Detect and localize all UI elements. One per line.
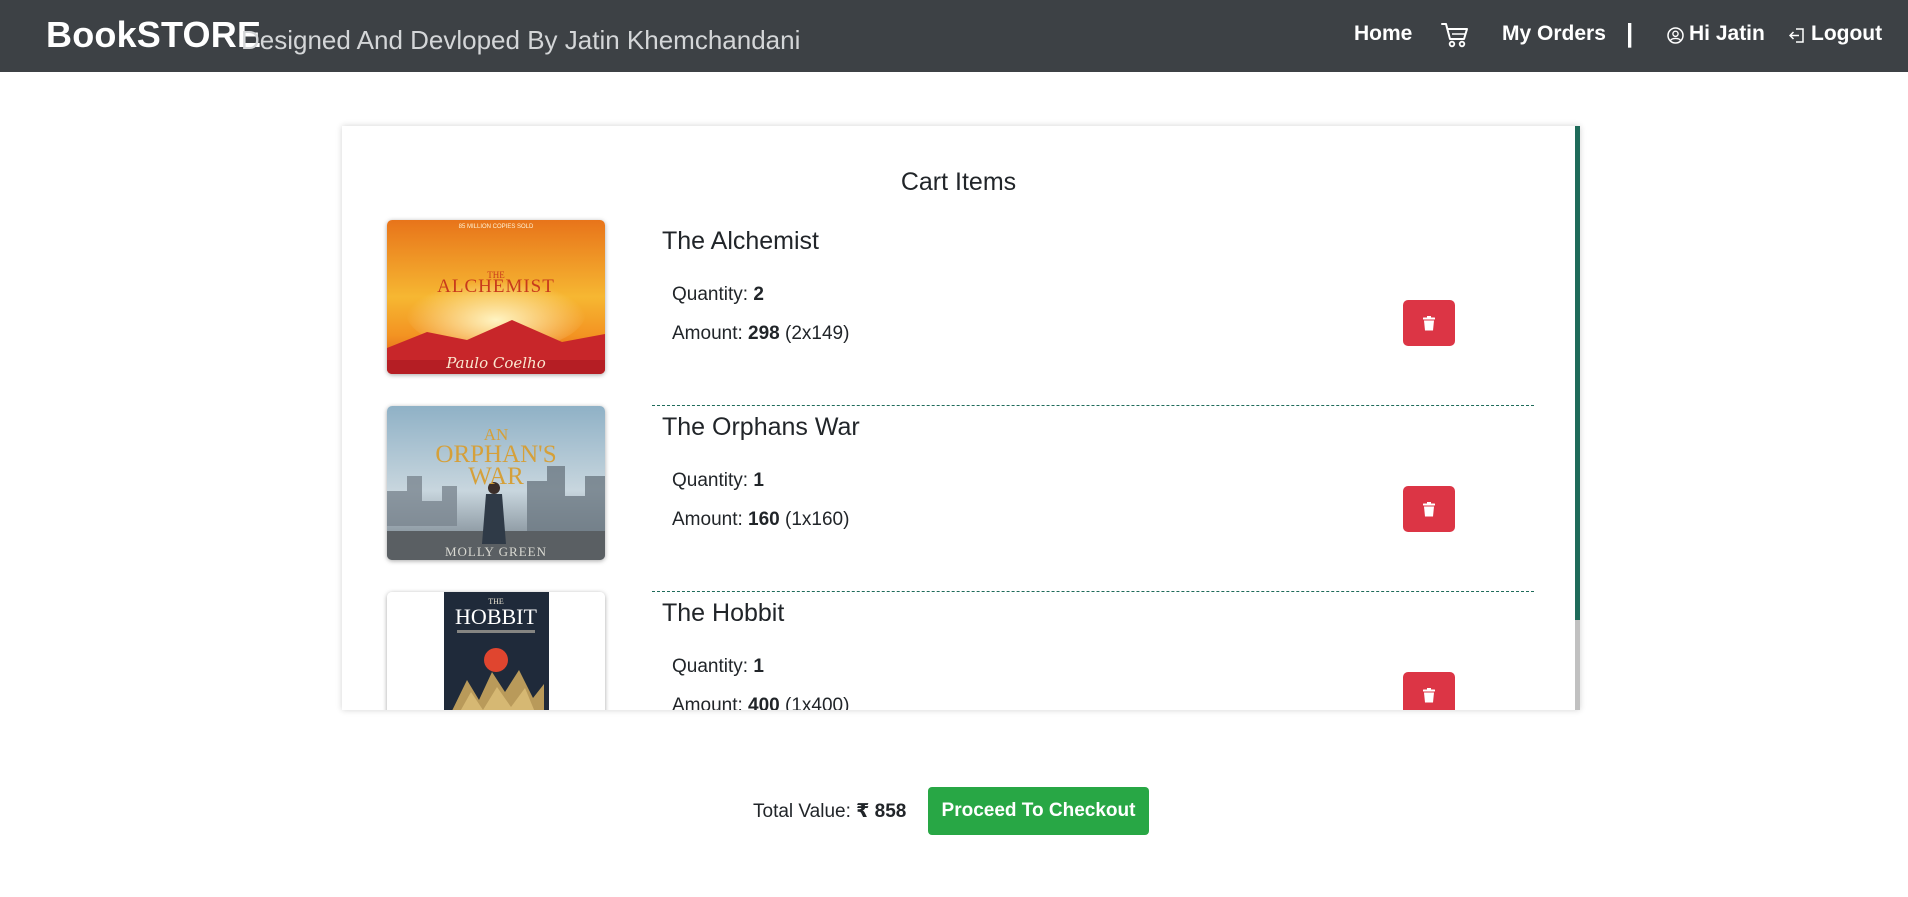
nav-home-link[interactable]: Home: [1354, 22, 1412, 46]
brand-logo[interactable]: BookSTORE: [46, 14, 261, 56]
trash-icon: [1423, 687, 1435, 702]
nav-my-orders-link[interactable]: My Orders: [1502, 22, 1606, 46]
nav-logout-link[interactable]: Logout: [1811, 22, 1882, 46]
cover-title: ALCHEMIST: [437, 276, 555, 297]
cart-footer: Total Value: ₹ 858 Proceed To Checkout: [0, 787, 1908, 835]
item-amount: Amount: 400 (1x400): [672, 695, 850, 710]
item-quantity: Quantity: 1: [672, 470, 764, 491]
nav-user-greeting[interactable]: Hi Jatin: [1689, 22, 1765, 46]
item-amount: Amount: 298 (2x149): [672, 323, 850, 344]
item-title: The Orphans War: [662, 413, 860, 441]
item-amount: Amount: 160 (1x160): [672, 509, 850, 530]
cart-item: 85 MILLION COPIES SOLD THE ALCHEMIST Pau…: [342, 220, 1575, 406]
logout-icon: [1788, 27, 1805, 49]
book-cover-image: THE HOBBIT: [387, 592, 605, 710]
nav-separator: |: [1626, 18, 1634, 48]
item-title: The Alchemist: [662, 227, 820, 255]
cover-top-text: 85 MILLION COPIES SOLD: [459, 224, 534, 230]
delete-item-button[interactable]: [1403, 486, 1455, 532]
trash-icon: [1423, 501, 1435, 516]
cart-scrollbar-thumb[interactable]: [1575, 126, 1580, 620]
cart-panel: Cart Items 85 MILLION COPIES SOLD THE AL…: [342, 126, 1580, 710]
item-title: The Hobbit: [662, 599, 785, 627]
item-quantity: Quantity: 1: [672, 656, 764, 677]
book-cover-image: AN ORPHAN'S WAR MOLLY GREEN: [387, 406, 605, 560]
delete-item-button[interactable]: [1403, 300, 1455, 346]
cover-title: HOBBIT: [455, 604, 537, 629]
user-circle-icon: [1667, 27, 1684, 49]
cart-item: THE HOBBIT The Hobbit Quantity: 1 Amount…: [342, 592, 1575, 710]
cover-author: Paulo Coelho: [445, 354, 546, 372]
proceed-to-checkout-button[interactable]: Proceed To Checkout: [928, 787, 1149, 835]
item-quantity: Quantity: 2: [672, 284, 764, 305]
cover-title-2: WAR: [468, 463, 524, 490]
cover-author: MOLLY GREEN: [445, 544, 547, 559]
book-cover-image: 85 MILLION COPIES SOLD THE ALCHEMIST Pau…: [387, 220, 605, 374]
cart-icon[interactable]: [1441, 22, 1469, 53]
delete-item-button[interactable]: [1403, 672, 1455, 710]
brand-tagline: Designed And Devloped By Jatin Khemchand…: [241, 25, 801, 55]
total-value: Total Value: ₹ 858: [753, 801, 907, 822]
cart-item: AN ORPHAN'S WAR MOLLY GREEN The Orphans …: [342, 406, 1575, 592]
navbar: BookSTORE Designed And Devloped By Jatin…: [0, 0, 1908, 72]
trash-icon: [1423, 315, 1435, 330]
cart-title: Cart Items: [900, 168, 1017, 196]
